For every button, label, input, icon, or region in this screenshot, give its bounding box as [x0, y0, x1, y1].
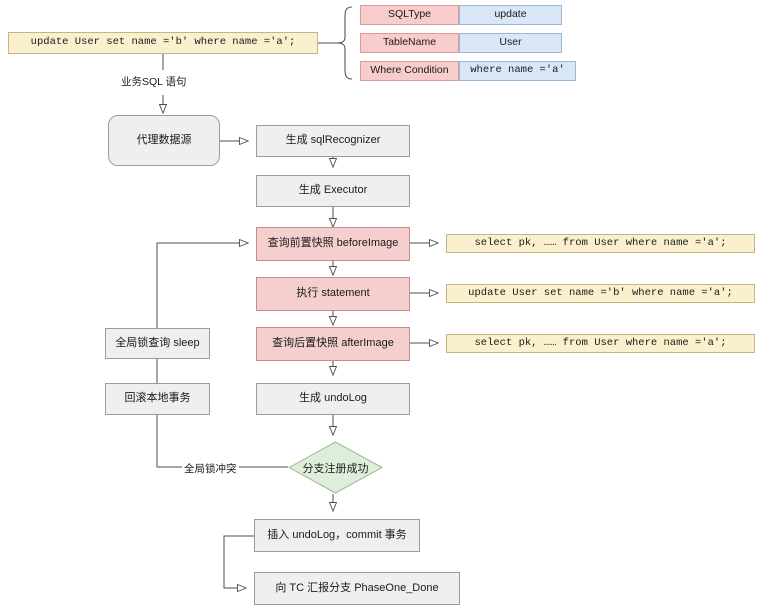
- edge-label-business-sql-text: 业务SQL 语句: [121, 76, 187, 88]
- sql-output-text: select pk, …… from User where name ='a';: [474, 336, 727, 349]
- node-label: 执行 statement: [296, 287, 370, 300]
- node-label: 生成 undoLog: [299, 392, 367, 405]
- table-key-text: SQLType: [388, 8, 431, 21]
- node-branch-register-ok[interactable]: 分支注册成功: [288, 441, 383, 494]
- table-value-text: update: [494, 8, 527, 21]
- sql-output-before-image: select pk, …… from User where name ='a';: [446, 234, 755, 253]
- node-gen-sql-recognizer[interactable]: 生成 sqlRecognizer: [256, 125, 410, 157]
- edge-label-global-lock-conflict: 全局锁冲突: [182, 461, 239, 476]
- table-value-cell: User: [459, 33, 562, 53]
- table-key-cell: TableName: [360, 33, 459, 53]
- table-value-cell: where name ='a': [459, 61, 576, 81]
- node-label: 回滚本地事务: [124, 392, 191, 405]
- node-before-image[interactable]: 查询前置快照 beforeImage: [256, 227, 410, 261]
- flowchart-canvas: update User set name ='b' where name ='a…: [0, 0, 761, 612]
- node-label: 向 TC 汇报分支 PhaseOne_Done: [275, 581, 439, 594]
- table-value-text: User: [499, 36, 522, 49]
- node-label: 分支注册成功: [302, 462, 369, 475]
- node-after-image[interactable]: 查询后置快照 afterImage: [256, 327, 410, 361]
- sql-output-text: select pk, …… from User where name ='a';: [474, 236, 727, 249]
- table-value-cell: update: [459, 5, 562, 25]
- sql-output-statement: update User set name ='b' where name ='a…: [446, 284, 755, 303]
- node-label: 生成 sqlRecognizer: [285, 134, 381, 147]
- node-proxy-datasource[interactable]: 代理数据源: [108, 115, 220, 166]
- node-label: 全局锁查询 sleep: [115, 336, 200, 349]
- node-gen-executor[interactable]: 生成 Executor: [256, 175, 410, 207]
- node-label: 代理数据源: [136, 133, 192, 146]
- node-global-lock-sleep[interactable]: 全局锁查询 sleep: [105, 328, 210, 359]
- table-key-text: TableName: [382, 36, 437, 49]
- business-sql-text: update User set name ='b' where name ='a…: [30, 36, 296, 49]
- table-key-text: Where Condition: [370, 64, 449, 77]
- node-insert-undolog-commit[interactable]: 插入 undoLog，commit 事务: [254, 519, 420, 552]
- node-label: 插入 undoLog，commit 事务: [267, 528, 407, 541]
- business-sql-box: update User set name ='b' where name ='a…: [8, 32, 318, 54]
- sql-output-text: update User set name ='b' where name ='a…: [468, 286, 733, 299]
- node-rollback-local-tx[interactable]: 回滚本地事务: [105, 383, 210, 415]
- table-value-text: where name ='a': [470, 64, 565, 77]
- edge-label-global-lock-conflict-text: 全局锁冲突: [184, 463, 237, 475]
- node-exec-statement[interactable]: 执行 statement: [256, 277, 410, 311]
- node-label: 查询前置快照 beforeImage: [267, 237, 399, 250]
- node-gen-undolog[interactable]: 生成 undoLog: [256, 383, 410, 415]
- node-label: 查询后置快照 afterImage: [272, 337, 394, 350]
- sql-output-after-image: select pk, …… from User where name ='a';: [446, 334, 755, 353]
- table-key-cell: SQLType: [360, 5, 459, 25]
- node-report-phase-one-done[interactable]: 向 TC 汇报分支 PhaseOne_Done: [254, 572, 460, 605]
- table-key-cell: Where Condition: [360, 61, 459, 81]
- edge-label-business-sql: 业务SQL 语句: [119, 74, 189, 89]
- node-label: 生成 Executor: [298, 184, 368, 197]
